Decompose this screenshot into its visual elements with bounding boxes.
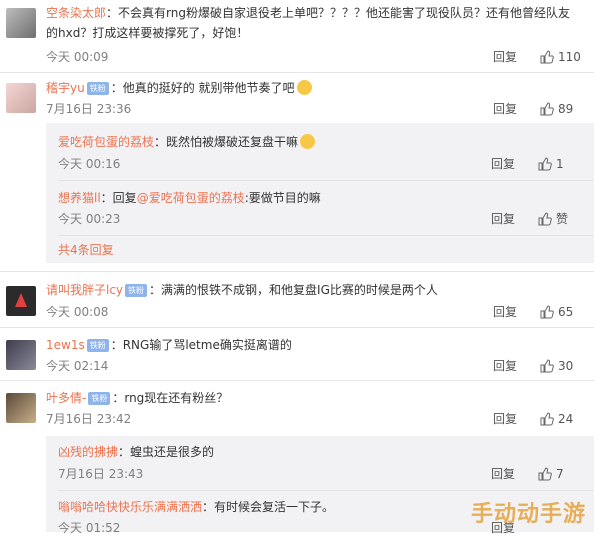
like-button[interactable]: 110 bbox=[540, 49, 581, 65]
reply-button[interactable]: 回复 bbox=[493, 304, 517, 320]
like-button[interactable]: 89 bbox=[540, 101, 573, 117]
like-count: 24 bbox=[558, 412, 574, 426]
reply-button[interactable]: 回复 bbox=[493, 358, 517, 374]
like-button[interactable]: 赞 bbox=[538, 211, 568, 227]
thumbs-up-icon bbox=[538, 212, 552, 226]
comment-4: 1ew1s 铁粉 ：RNG输了骂letme确实挺离谱的 今天 02:14 回复 30 bbox=[0, 328, 594, 380]
reply-thread: 爱吃荷包蛋的荔枝：既然怕被爆破还复盘干嘛 今天 00:16 回复 1 想养猫ll… bbox=[46, 123, 594, 263]
fan-badge: 铁粉 bbox=[86, 339, 109, 352]
comment-body: ：rng现在还有粉丝？ bbox=[112, 391, 229, 405]
like-label: 赞 bbox=[556, 212, 569, 226]
reply-button[interactable]: 回复 bbox=[493, 101, 517, 117]
fan-badge: 铁粉 bbox=[86, 82, 109, 95]
reply-button[interactable]: 回复 bbox=[491, 211, 515, 227]
username[interactable]: 爱吃荷包蛋的荔枝 bbox=[58, 135, 154, 149]
like-count: 110 bbox=[558, 50, 581, 64]
username[interactable]: 凶残的拂拂 bbox=[58, 445, 118, 459]
reply-button[interactable]: 回复 bbox=[491, 156, 515, 172]
thumbs-up-icon bbox=[540, 359, 554, 373]
comment-text: 请叫我胖子lcy 铁粉 ：满满的恨铁不成钢，和他复盘IG比赛的时候是两个人 bbox=[46, 280, 574, 300]
thumbs-up-icon bbox=[540, 412, 554, 426]
timestamp: 7月16日 23:36 bbox=[46, 102, 132, 116]
more-replies-link[interactable]: 共4条回复 bbox=[58, 242, 114, 258]
avatar[interactable] bbox=[6, 8, 36, 38]
username[interactable]: 叶多倩- bbox=[46, 391, 86, 405]
sub-reply-body: ：有时候会复活一下子。 bbox=[202, 500, 335, 514]
reply-button[interactable]: 回复 bbox=[493, 411, 517, 427]
divider bbox=[58, 490, 594, 491]
thumbs-up-icon bbox=[538, 467, 552, 481]
comment-body: ：满满的恨铁不成钢，和他复盘IG比赛的时候是两个人 bbox=[149, 283, 438, 297]
thumbs-up-icon bbox=[540, 102, 554, 116]
sub-reply-text: 凶残的拂拂：蝗虫还是很多的 bbox=[58, 442, 574, 462]
avatar[interactable] bbox=[6, 393, 36, 423]
avatar[interactable] bbox=[6, 286, 36, 316]
emoji-icon bbox=[296, 80, 312, 95]
divider bbox=[58, 235, 594, 236]
like-button[interactable]: 1 bbox=[538, 156, 564, 172]
timestamp: 今天 00:16 bbox=[58, 157, 121, 171]
username[interactable]: 请叫我胖子lcy bbox=[46, 283, 123, 297]
like-count: 65 bbox=[558, 305, 574, 319]
comment-body: ：RNG输了骂letme确实挺离谱的 bbox=[110, 338, 292, 352]
thumbs-up-icon bbox=[540, 305, 554, 319]
like-button[interactable]: 24 bbox=[540, 411, 573, 427]
username[interactable]: 稽宇yu bbox=[46, 81, 85, 95]
comment-body: ：不会真有rng粉爆破自家退役老上单吧？？？？他还能害了现役队员？还有他曾经队友… bbox=[46, 6, 570, 40]
thumbs-up-icon bbox=[538, 157, 552, 171]
like-button[interactable]: 30 bbox=[540, 358, 573, 374]
timestamp: 今天 02:14 bbox=[46, 359, 109, 373]
username[interactable]: 1ew1s bbox=[46, 338, 85, 352]
watermark: 手动动手游 bbox=[470, 502, 586, 527]
like-button[interactable]: 7 bbox=[538, 466, 564, 482]
comment-body: ：他真的挺好的 就别带他节奏了吧 bbox=[110, 81, 295, 95]
username[interactable]: 想养猫ll bbox=[58, 191, 101, 205]
comment-3: 请叫我胖子lcy 铁粉 ：满满的恨铁不成钢，和他复盘IG比赛的时候是两个人 今天 0… bbox=[0, 272, 594, 327]
like-count: 1 bbox=[556, 157, 564, 171]
like-count: 7 bbox=[556, 467, 564, 481]
avatar[interactable] bbox=[6, 83, 36, 113]
like-button[interactable]: 65 bbox=[540, 304, 573, 320]
comment-text: 叶多倩- 铁粉 ：rng现在还有粉丝？ bbox=[46, 388, 574, 408]
sub-reply-text: 爱吃荷包蛋的荔枝：既然怕被爆破还复盘干嘛 bbox=[58, 132, 574, 152]
comment-text: 空条染太郎：不会真有rng粉爆破自家退役老上单吧？？？？他还能害了现役队员？还有… bbox=[46, 3, 574, 43]
comment-text: 1ew1s 铁粉 ：RNG输了骂letme确实挺离谱的 bbox=[46, 335, 574, 355]
fan-badge: 铁粉 bbox=[125, 284, 148, 297]
timestamp: 今天 00:08 bbox=[46, 305, 109, 319]
mention-link[interactable]: @爱吃荷包蛋的荔枝 bbox=[137, 191, 245, 205]
comment-1: 空条染太郎：不会真有rng粉爆破自家退役老上单吧？？？？他还能害了现役队员？还有… bbox=[0, 0, 594, 72]
username[interactable]: 嗡嗡哈哈快快乐乐满满洒洒 bbox=[58, 500, 202, 514]
sub-reply-body: ：蝗虫还是很多的 bbox=[118, 445, 215, 459]
sub-reply-body: :要做节目的嘛 bbox=[244, 191, 321, 205]
sub-reply-prefix: ：回复 bbox=[100, 191, 137, 205]
comment-text: 稽宇yu 铁粉 ：他真的挺好的 就别带他节奏了吧 bbox=[46, 78, 574, 98]
timestamp: 今天 00:09 bbox=[46, 50, 109, 64]
timestamp: 今天 00:23 bbox=[58, 212, 121, 226]
sub-reply-body: ：既然怕被爆破还复盘干嘛 bbox=[154, 135, 299, 149]
emoji-icon bbox=[300, 134, 316, 149]
avatar[interactable] bbox=[6, 340, 36, 370]
like-count: 30 bbox=[558, 359, 574, 373]
sub-reply-text: 想养猫ll：回复@爱吃荷包蛋的荔枝:要做节目的嘛 bbox=[58, 188, 574, 208]
username[interactable]: 空条染太郎 bbox=[46, 6, 106, 20]
like-count: 89 bbox=[558, 102, 574, 116]
timestamp: 今天 01:52 bbox=[58, 521, 121, 535]
thumbs-up-icon bbox=[540, 50, 554, 64]
timestamp: 7月16日 23:43 bbox=[58, 467, 144, 481]
fan-badge: 铁粉 bbox=[88, 392, 111, 405]
comment-2: 稽宇yu 铁粉 ：他真的挺好的 就别带他节奏了吧 7月16日 23:36 回复 89… bbox=[0, 73, 594, 269]
reply-button[interactable]: 回复 bbox=[493, 49, 517, 65]
timestamp: 7月16日 23:42 bbox=[46, 412, 132, 426]
divider bbox=[58, 180, 594, 181]
reply-button[interactable]: 回复 bbox=[491, 466, 515, 482]
